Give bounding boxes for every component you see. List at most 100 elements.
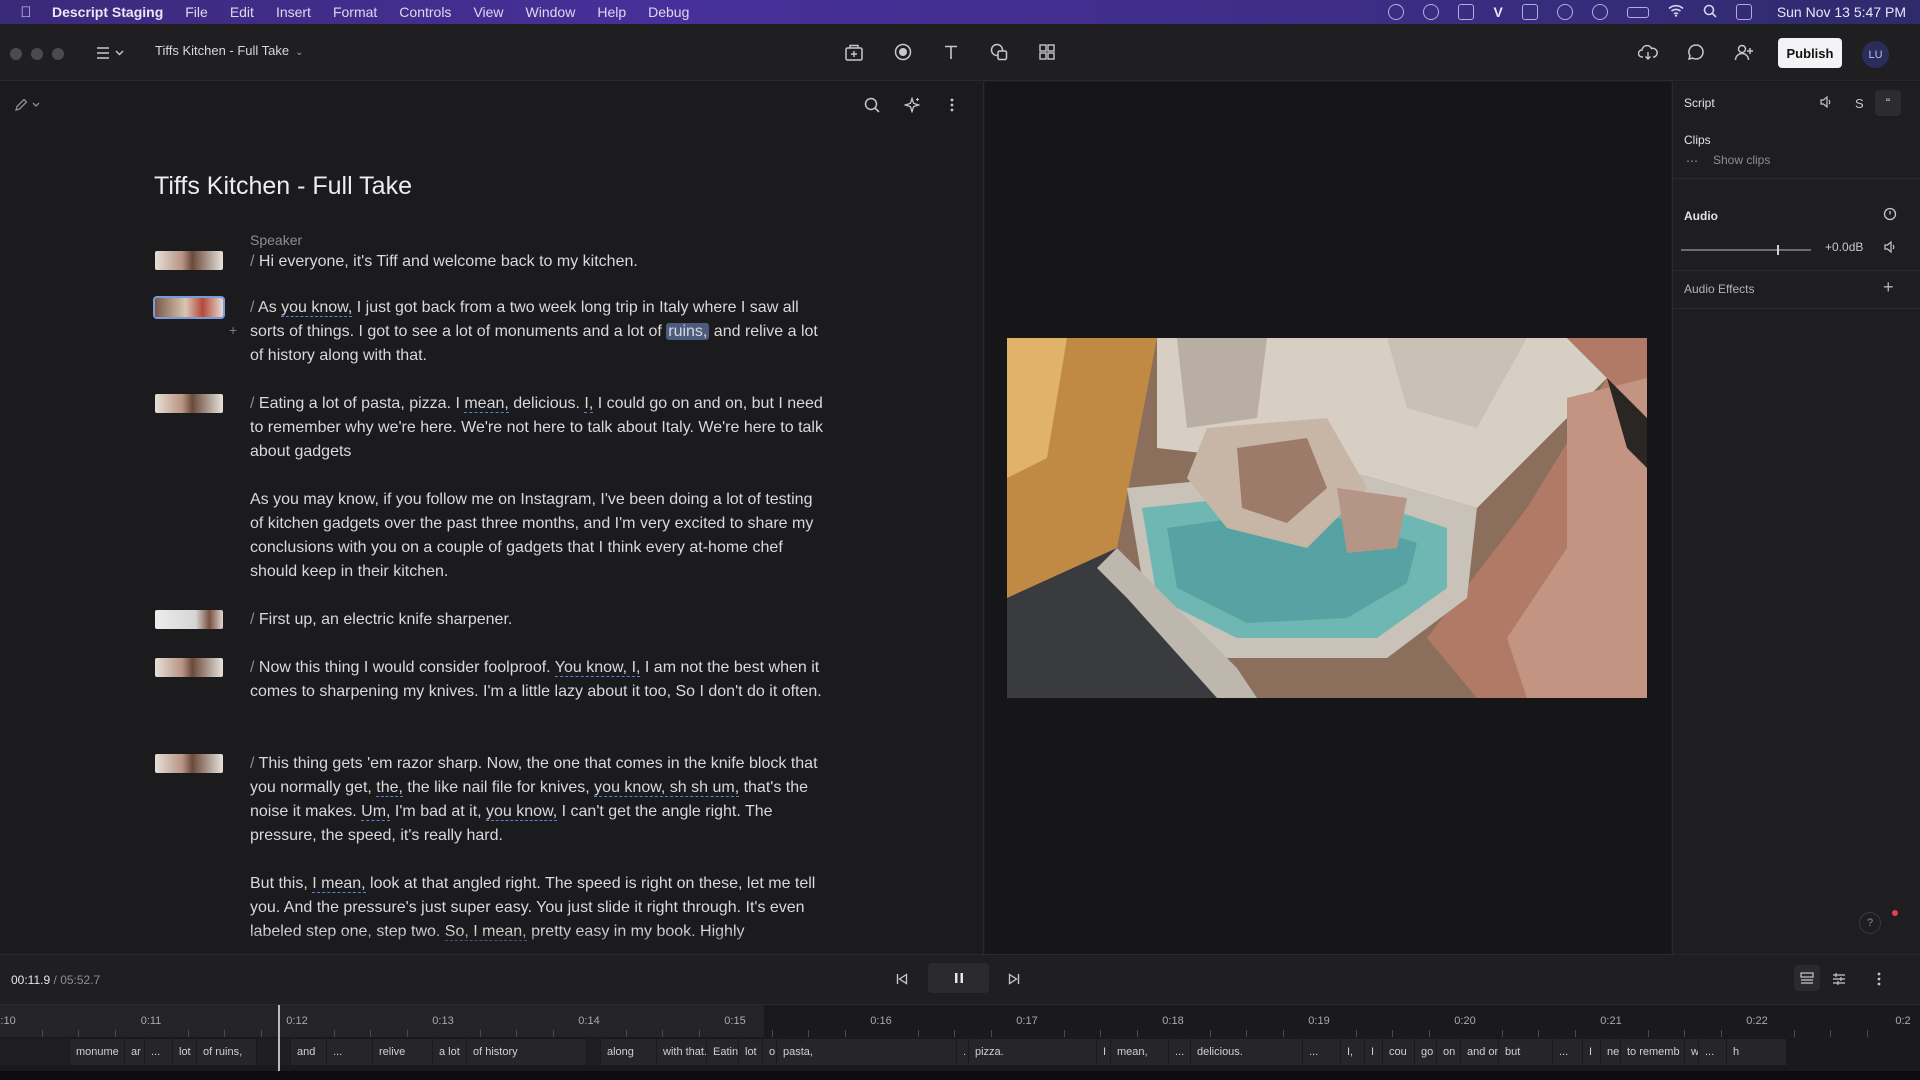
menu-help[interactable]: Help [597,4,626,20]
script-paragraph[interactable]: / Eating a lot of pasta, pizza. I mean, … [250,392,828,464]
video-frame[interactable] [1007,338,1647,698]
pause-button[interactable] [928,963,989,993]
timeline-word-clip[interactable]: o [763,1039,777,1065]
timeline[interactable]: 0:10 0:11 0:12 0:13 0:14 0:15 0:16 0:17 0:18 0:19… [0,1004,1920,1080]
gain-value[interactable]: +0.0dB [1825,240,1863,254]
scene-thumbnail[interactable] [155,658,223,677]
more-options-icon[interactable] [942,95,962,115]
timeline-word-clip[interactable]: monume [70,1039,125,1065]
notes-status-icon[interactable] [1458,4,1475,20]
vectorworks-status-icon[interactable]: V [1493,4,1502,20]
timeline-word-clip[interactable]: Eatin [707,1039,739,1065]
timeline-word-clip[interactable]: and [291,1039,327,1065]
quote-icon[interactable]: “ [1875,90,1901,116]
timeline-word-clip[interactable]: ... [145,1039,173,1065]
timeline-scrollbar[interactable] [0,1071,1920,1080]
timecode[interactable]: 00:11.9 / 05:52.7 [11,973,100,987]
layouts-grid-icon[interactable] [1036,41,1058,63]
script-tab-label[interactable]: Script [1684,96,1715,110]
timeline-word-clip[interactable]: ... [1699,1039,1727,1065]
timeline-word-clip[interactable]: mean, [1111,1039,1169,1065]
menu-view[interactable]: View [473,4,503,20]
word-track[interactable]: monume ar... lot of ruins, and... relive a lot… [0,1039,1920,1065]
timeline-word-clip[interactable]: ... [327,1039,373,1065]
add-scene-icon[interactable]: + [229,322,237,338]
record-icon[interactable] [892,41,914,63]
timeline-word-clip[interactable]: lot [173,1039,197,1065]
timeline-word-clip[interactable]: of history [467,1039,587,1065]
timeline-word-clip[interactable]: lot [739,1039,763,1065]
user-avatar[interactable]: LU [1862,41,1889,68]
share-people-icon[interactable] [1733,41,1755,63]
control-center-icon[interactable] [1735,4,1752,20]
timeline-word-clip[interactable]: on [1437,1039,1461,1065]
timeline-word-clip[interactable]: go [1415,1039,1437,1065]
timeline-word-clip[interactable]: . [957,1039,969,1065]
selected-word[interactable]: ruins, [666,323,710,340]
filler-word[interactable]: mean, [464,395,509,413]
timeline-word-clip[interactable]: ar [125,1039,145,1065]
timeline-word-clip[interactable]: pasta, [777,1039,957,1065]
timeline-word-clip[interactable]: I [1365,1039,1383,1065]
wifi-icon[interactable] [1668,4,1684,20]
app-name-menu[interactable]: Descript Staging [52,4,163,20]
timeline-word-clip[interactable]: ne [1601,1039,1621,1065]
help-icon[interactable]: ? [1859,912,1881,934]
comments-icon[interactable] [1685,41,1707,63]
menu-clock[interactable]: Sun Nov 13 5:47 PM [1777,4,1906,20]
scene-thumbnail[interactable] [155,251,223,270]
text-tool-icon[interactable] [940,41,962,63]
timeline-word-clip[interactable] [257,1039,291,1065]
timeline-word-clip[interactable]: ... [1553,1039,1583,1065]
script-paragraph[interactable]: / Hi everyone, it's Tiff and welcome bac… [250,250,828,274]
timeline-word-clip[interactable]: cou [1383,1039,1415,1065]
gain-slider[interactable] [1681,245,1811,255]
timeline-word-clip[interactable]: with that. [657,1039,707,1065]
tracks-view-icon[interactable] [1832,972,1846,990]
show-clips-link[interactable]: Show clips [1713,153,1770,167]
timeline-word-clip[interactable]: delicious. [1191,1039,1303,1065]
add-media-icon[interactable] [843,41,865,63]
document-title-dropdown[interactable]: Tiffs Kitchen - Full Take ⌄ [155,43,304,58]
sync-status-icon[interactable] [1423,4,1440,20]
timeline-word-clip[interactable]: w [1685,1039,1699,1065]
record-status-icon[interactable] [1388,4,1405,20]
search-icon[interactable] [862,95,882,115]
timeline-word-clip[interactable]: pizza. [969,1039,1097,1065]
play-status-icon[interactable] [1591,4,1608,20]
menu-window[interactable]: Window [526,4,576,20]
timeline-word-clip[interactable] [587,1039,601,1065]
speaker-label[interactable]: Speaker [250,232,302,248]
audio-timer-icon[interactable] [1883,207,1897,226]
publish-button[interactable]: Publish [1778,38,1842,68]
menu-controls[interactable]: Controls [399,4,451,20]
script-paragraph[interactable]: / As you know, I just got back from a tw… [250,296,828,368]
menu-format[interactable]: Format [333,4,377,20]
add-effect-icon[interactable]: + [1883,277,1894,298]
playhead[interactable] [278,1005,280,1080]
scene-thumbnail[interactable] [153,296,225,319]
time-ruler[interactable]: 0:10 0:11 0:12 0:13 0:14 0:15 0:16 0:17 0:18 0:19… [0,1005,1920,1037]
ai-sparkle-icon[interactable] [902,95,922,115]
menu-file[interactable]: File [185,4,208,20]
mute-speaker-icon[interactable] [1883,240,1897,259]
spotlight-search-icon[interactable] [1703,4,1717,21]
script-paragraph[interactable]: As you may know, if you follow me on Ins… [250,488,828,584]
timeline-word-clip[interactable]: of ruins, [197,1039,257,1065]
script-editor[interactable]: Tiffs Kitchen - Full Take Speaker / Hi e… [0,82,984,954]
timeline-word-clip[interactable]: h [1727,1039,1787,1065]
filler-word[interactable]: you know, sh sh um, [594,779,740,797]
timeline-word-clip[interactable] [0,1039,70,1065]
timeline-word-clip[interactable]: along [601,1039,657,1065]
timeline-word-clip[interactable]: to rememb [1621,1039,1685,1065]
menu-insert[interactable]: Insert [276,4,311,20]
timeline-view-icon[interactable] [1794,965,1820,991]
scene-thumbnail[interactable] [155,610,223,629]
menu-edit[interactable]: Edit [230,4,254,20]
timeline-word-clip[interactable]: I [1097,1039,1111,1065]
pause-status-icon[interactable] [1556,4,1573,20]
script-paragraph[interactable]: / Now this thing I would consider foolpr… [250,656,828,704]
speaker-volume-icon[interactable] [1819,95,1833,114]
skip-back-icon[interactable] [896,972,908,990]
timeline-word-clip[interactable]: I, [1341,1039,1365,1065]
